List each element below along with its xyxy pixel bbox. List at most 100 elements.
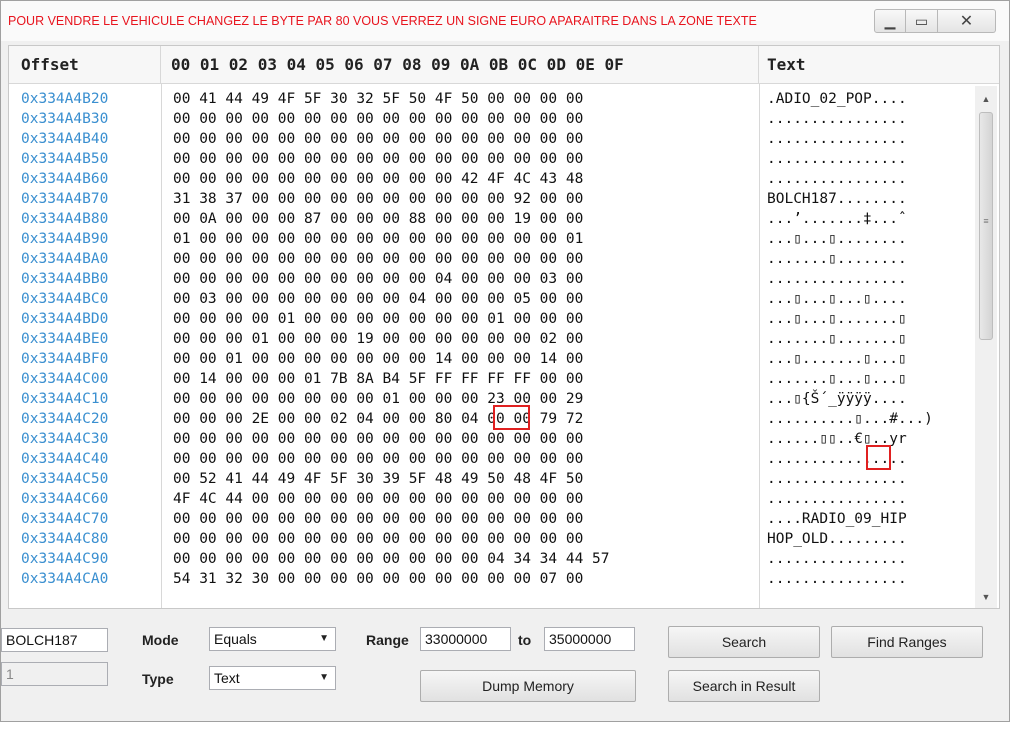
scroll-down-icon[interactable]: ▼ [979,590,993,604]
table-row[interactable]: 0x334A4B60 00 00 00 00 00 00 00 00 00 00 … [9,169,979,189]
table-row[interactable]: 0x334A4CA0 54 31 32 30 00 00 00 00 00 00 … [9,569,979,589]
maximize-button[interactable]: ▭ [906,9,938,33]
row-text[interactable]: ................ [767,549,907,569]
table-row[interactable]: 0x334A4BE0 00 00 00 01 00 00 00 19 00 00 … [9,329,979,349]
row-text[interactable]: ...▯.......▯...▯ [767,349,907,369]
row-offset[interactable]: 0x334A4C40 [21,449,108,469]
row-hex-bytes[interactable]: 00 00 00 00 00 00 00 00 00 00 00 00 04 3… [173,549,610,569]
hex-grid[interactable]: Offset 00 01 02 03 04 05 06 07 08 09 0A … [8,45,1000,609]
table-row[interactable]: 0x334A4B20 00 41 44 49 4F 5F 30 32 5F 50 … [9,89,979,109]
type-select[interactable]: Text ▼ [209,666,336,690]
table-row[interactable]: 0x334A4B50 00 00 00 00 00 00 00 00 00 00 … [9,149,979,169]
table-row[interactable]: 0x334A4B90 01 00 00 00 00 00 00 00 00 00 … [9,229,979,249]
table-row[interactable]: 0x334A4C80 00 00 00 00 00 00 00 00 00 00 … [9,529,979,549]
minimize-button[interactable]: ▁ [874,9,906,33]
row-text[interactable]: ................ [767,489,907,509]
row-hex-bytes[interactable]: 00 00 00 00 00 00 00 00 00 00 00 00 00 0… [173,429,583,449]
row-text[interactable]: ...▯...▯...▯.... [767,289,907,309]
find-ranges-button[interactable]: Find Ranges [831,626,983,658]
table-row[interactable]: 0x334A4C90 00 00 00 00 00 00 00 00 00 00 … [9,549,979,569]
row-text[interactable]: ...▯...▯........ [767,229,907,249]
table-row[interactable]: 0x334A4BB0 00 00 00 00 00 00 00 00 00 00 … [9,269,979,289]
row-offset[interactable]: 0x334A4B80 [21,209,108,229]
row-text[interactable]: .......▯...▯...▯ [767,369,907,389]
row-hex-bytes[interactable]: 00 03 00 00 00 00 00 00 00 04 00 00 00 0… [173,289,583,309]
row-hex-bytes[interactable]: 54 31 32 30 00 00 00 00 00 00 00 00 00 0… [173,569,583,589]
row-text[interactable]: .......▯.......▯ [767,329,907,349]
row-offset[interactable]: 0x334A4CA0 [21,569,108,589]
row-text[interactable]: ................ [767,269,907,289]
scroll-up-icon[interactable]: ▲ [979,92,993,106]
row-hex-bytes[interactable]: 00 41 44 49 4F 5F 30 32 5F 50 4F 50 00 0… [173,89,583,109]
row-hex-bytes[interactable]: 00 00 00 00 00 00 00 00 00 00 00 00 00 0… [173,249,583,269]
range-to-input[interactable]: 35000000 [544,627,635,651]
table-row[interactable]: 0x334A4C00 00 14 00 00 00 01 7B 8A B4 5F … [9,369,979,389]
row-hex-bytes[interactable]: 00 00 00 00 00 00 00 00 00 00 00 00 00 0… [173,129,583,149]
row-text[interactable]: BOLCH187........ [767,189,907,209]
result-count-field[interactable]: 1 [1,662,108,686]
row-hex-bytes[interactable]: 00 00 00 01 00 00 00 19 00 00 00 00 00 0… [173,329,583,349]
row-hex-bytes[interactable]: 31 38 37 00 00 00 00 00 00 00 00 00 00 9… [173,189,583,209]
search-button[interactable]: Search [668,626,820,658]
row-hex-bytes[interactable]: 00 00 00 00 00 00 00 00 00 00 00 00 00 0… [173,109,583,129]
row-hex-bytes[interactable]: 00 00 00 00 00 00 00 00 00 00 00 00 00 0… [173,509,583,529]
search-value-input[interactable]: BOLCH187 [1,628,108,652]
row-offset[interactable]: 0x334A4C00 [21,369,108,389]
row-hex-bytes[interactable]: 00 00 00 00 00 00 00 00 00 00 00 00 00 0… [173,529,583,549]
table-row[interactable]: 0x334A4BA0 00 00 00 00 00 00 00 00 00 00 … [9,249,979,269]
row-hex-bytes[interactable]: 4F 4C 44 00 00 00 00 00 00 00 00 00 00 0… [173,489,583,509]
row-text[interactable]: .ADIO_02_POP.... [767,89,907,109]
row-offset[interactable]: 0x334A4B40 [21,129,108,149]
table-row[interactable]: 0x334A4B80 00 0A 00 00 00 87 00 00 00 88 … [9,209,979,229]
row-hex-bytes[interactable]: 00 00 00 00 00 00 00 00 00 00 00 42 4F 4… [173,169,583,189]
table-row[interactable]: 0x334A4B40 00 00 00 00 00 00 00 00 00 00 … [9,129,979,149]
row-text[interactable]: ................ [767,469,907,489]
range-from-input[interactable]: 33000000 [420,627,511,651]
mode-select[interactable]: Equals ▼ [209,627,336,651]
row-offset[interactable]: 0x334A4C30 [21,429,108,449]
dump-memory-button[interactable]: Dump Memory [420,670,636,702]
row-offset[interactable]: 0x334A4C50 [21,469,108,489]
table-row[interactable]: 0x334A4C30 00 00 00 00 00 00 00 00 00 00 … [9,429,979,449]
row-text[interactable]: ..........▯...#...) [767,409,933,429]
row-offset[interactable]: 0x334A4C70 [21,509,108,529]
row-text[interactable]: ................ [767,149,907,169]
table-row[interactable]: 0x334A4BC0 00 03 00 00 00 00 00 00 00 04 … [9,289,979,309]
table-row[interactable]: 0x334A4BD0 00 00 00 00 01 00 00 00 00 00 … [9,309,979,329]
row-text[interactable]: ................ [767,169,907,189]
row-offset[interactable]: 0x334A4B20 [21,89,108,109]
table-row[interactable]: 0x334A4C70 00 00 00 00 00 00 00 00 00 00 … [9,509,979,529]
row-hex-bytes[interactable]: 00 00 00 00 00 00 00 00 00 00 00 00 00 0… [173,149,583,169]
row-offset[interactable]: 0x334A4C20 [21,409,108,429]
table-row[interactable]: 0x334A4BF0 00 00 01 00 00 00 00 00 00 00 … [9,349,979,369]
table-row[interactable]: 0x334A4C60 4F 4C 44 00 00 00 00 00 00 00 … [9,489,979,509]
row-offset[interactable]: 0x334A4C10 [21,389,108,409]
row-hex-bytes[interactable]: 00 00 00 00 00 00 00 00 00 00 04 00 00 0… [173,269,583,289]
search-in-result-button[interactable]: Search in Result [668,670,820,702]
row-offset[interactable]: 0x334A4BB0 [21,269,108,289]
vertical-scrollbar[interactable]: ▲ ≡ ▼ [975,86,997,608]
row-text[interactable]: ................ [767,569,907,589]
row-hex-bytes[interactable]: 01 00 00 00 00 00 00 00 00 00 00 00 00 0… [173,229,583,249]
row-offset[interactable]: 0x334A4B60 [21,169,108,189]
row-offset[interactable]: 0x334A4C60 [21,489,108,509]
row-offset[interactable]: 0x334A4BC0 [21,289,108,309]
row-hex-bytes[interactable]: 00 14 00 00 00 01 7B 8A B4 5F FF FF FF F… [173,369,583,389]
row-offset[interactable]: 0x334A4BD0 [21,309,108,329]
row-hex-bytes[interactable]: 00 52 41 44 49 4F 5F 30 39 5F 48 49 50 4… [173,469,583,489]
row-text[interactable]: ................ [767,109,907,129]
row-offset[interactable]: 0x334A4C90 [21,549,108,569]
row-offset[interactable]: 0x334A4C80 [21,529,108,549]
close-button[interactable]: ✕ [938,9,996,33]
table-row[interactable]: 0x334A4C50 00 52 41 44 49 4F 5F 30 39 5F … [9,469,979,489]
row-offset[interactable]: 0x334A4B90 [21,229,108,249]
row-text[interactable]: ....RADIO_09_HIP [767,509,907,529]
row-offset[interactable]: 0x334A4BF0 [21,349,108,369]
table-row[interactable]: 0x334A4C40 00 00 00 00 00 00 00 00 00 00 … [9,449,979,469]
row-text[interactable]: ...’.......‡...ˆ [767,209,907,229]
row-text[interactable]: HOP_OLD......... [767,529,907,549]
row-text[interactable]: .......▯........ [767,249,907,269]
scrollbar-thumb[interactable]: ≡ [979,112,993,340]
table-row[interactable]: 0x334A4B70 31 38 37 00 00 00 00 00 00 00 … [9,189,979,209]
row-hex-bytes[interactable]: 00 00 01 00 00 00 00 00 00 00 14 00 00 0… [173,349,583,369]
